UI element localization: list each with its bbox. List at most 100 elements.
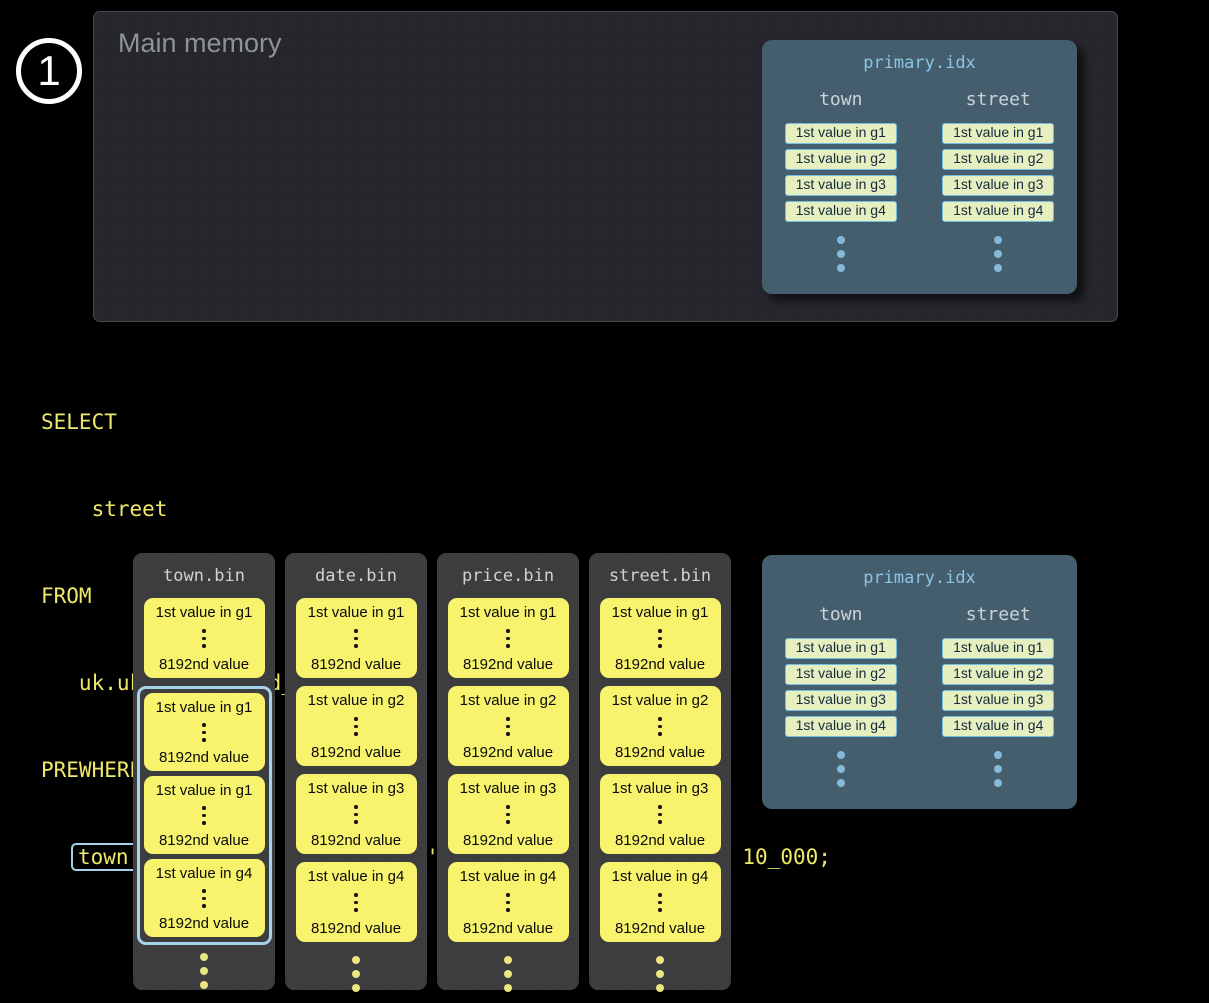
granule-last-value: 8192nd value [159,656,249,673]
granule-first-value: 1st value in g3 [308,780,405,797]
index-column-header: street [966,604,1031,625]
ellipsis-icon [354,709,358,744]
granule-block: 1st value in g1 8192nd value [144,693,265,771]
granule-last-value: 8192nd value [615,832,705,849]
ellipsis-icon [354,797,358,832]
granule-block: 1st value in g3 8192nd value [296,774,417,854]
more-entries-ellipsis-icon [994,751,1002,787]
granule-block: 1st value in g4 8192nd value [448,862,569,942]
index-entry-chip: 1st value in g1 [785,123,897,144]
granule-block: 1st value in g1 8192nd value [296,598,417,678]
granule-last-value: 8192nd value [159,749,249,766]
index-entry-chip: 1st value in g1 [942,123,1054,144]
ellipsis-icon [658,621,662,656]
granule-first-value: 1st value in g1 [460,604,557,621]
granule-first-value: 1st value in g2 [308,692,405,709]
more-granules-ellipsis-icon [200,953,208,989]
granule-block: 1st value in g2 8192nd value [448,686,569,766]
step-number: 1 [37,50,60,92]
granule-last-value: 8192nd value [463,656,553,673]
granule-last-value: 8192nd value [311,920,401,937]
granule-last-value: 8192nd value [311,832,401,849]
index-entry-chip: 1st value in g3 [785,690,897,711]
granule-block: 1st value in g3 8192nd value [600,774,721,854]
granule-first-value: 1st value in g4 [612,868,709,885]
more-entries-ellipsis-icon [837,751,845,787]
step-1-badge: 1 [16,38,82,104]
granule-block: 1st value in g1 8192nd value [448,598,569,678]
more-granules-ellipsis-icon [504,956,512,992]
index-entry-chip: 1st value in g1 [785,638,897,659]
index-column-street: street 1st value in g1 1st value in g2 1… [920,89,1078,272]
granule-block: 1st value in g3 8192nd value [448,774,569,854]
granule-first-value: 1st value in g1 [156,699,253,716]
granule-block: 1st value in g4 8192nd value [144,859,265,937]
index-entry-chip: 1st value in g1 [942,638,1054,659]
ellipsis-icon [506,621,510,656]
bin-column-price: price.bin 1st value in g1 8192nd value 1… [437,553,579,990]
granule-block: 1st value in g2 8192nd value [600,686,721,766]
index-entry-chip: 1st value in g4 [942,716,1054,737]
index-column-town: town 1st value in g1 1st value in g2 1st… [762,604,920,787]
ellipsis-icon [506,797,510,832]
granule-first-value: 1st value in g2 [460,692,557,709]
primary-index-panel-bottom: primary.idx town 1st value in g1 1st val… [762,555,1077,809]
granule-last-value: 8192nd value [615,920,705,937]
granule-block: 1st value in g4 8192nd value [296,862,417,942]
primary-index-columns: town 1st value in g1 1st value in g2 1st… [762,89,1077,272]
bin-column-town: town.bin 1st value in g1 8192nd value 1s… [133,553,275,990]
granule-first-value: 1st value in g4 [156,865,253,882]
granule-stack: 1st value in g1 8192nd value 1st value i… [437,598,579,992]
granule-first-value: 1st value in g3 [460,780,557,797]
bin-title: date.bin [285,566,427,586]
primary-index-panel-top: primary.idx town 1st value in g1 1st val… [762,40,1077,294]
granule-first-value: 1st value in g4 [460,868,557,885]
granule-first-value: 1st value in g3 [612,780,709,797]
index-entry-chip: 1st value in g3 [942,690,1054,711]
more-granules-ellipsis-icon [656,956,664,992]
primary-index-title: primary.idx [762,40,1077,73]
ellipsis-icon [506,885,510,920]
granule-last-value: 8192nd value [159,832,249,849]
primary-index-columns: town 1st value in g1 1st value in g2 1st… [762,604,1077,787]
sql-line: SELECT [41,408,831,437]
ellipsis-icon [202,621,206,656]
index-entry-chip: 1st value in g2 [785,149,897,170]
index-entry-chip: 1st value in g3 [942,175,1054,196]
selected-granules-outline: 1st value in g1 8192nd value 1st value i… [137,686,272,945]
granule-first-value: 1st value in g2 [612,692,709,709]
index-entry-chip: 1st value in g3 [785,175,897,196]
granule-last-value: 8192nd value [463,920,553,937]
index-column-header: town [819,604,862,625]
ellipsis-icon [506,709,510,744]
granule-first-value: 1st value in g1 [156,782,253,799]
ellipsis-icon [658,709,662,744]
granule-block: 1st value in g1 8192nd value [144,776,265,854]
granule-stack: 1st value in g1 8192nd value 1st value i… [589,598,731,992]
granule-last-value: 8192nd value [159,915,249,932]
granule-block: 1st value in g2 8192nd value [296,686,417,766]
bin-title: street.bin [589,566,731,586]
granule-last-value: 8192nd value [311,656,401,673]
sql-line: street [41,495,831,524]
bin-title: town.bin [133,566,275,586]
granule-block: 1st value in g1 8192nd value [144,598,265,678]
index-entry-chip: 1st value in g4 [785,716,897,737]
more-entries-ellipsis-icon [994,236,1002,272]
granule-first-value: 1st value in g1 [308,604,405,621]
ellipsis-icon [202,799,206,832]
ellipsis-icon [658,797,662,832]
index-entry-chip: 1st value in g4 [785,201,897,222]
granule-first-value: 1st value in g1 [612,604,709,621]
granule-last-value: 8192nd value [615,744,705,761]
index-entry-chip: 1st value in g2 [942,149,1054,170]
granule-last-value: 8192nd value [463,744,553,761]
index-column-town: town 1st value in g1 1st value in g2 1st… [762,89,920,272]
index-column-header: town [819,89,862,110]
bin-column-date: date.bin 1st value in g1 8192nd value 1s… [285,553,427,990]
granule-last-value: 8192nd value [311,744,401,761]
ellipsis-icon [354,621,358,656]
ellipsis-icon [202,716,206,749]
granule-block: 1st value in g1 8192nd value [600,598,721,678]
granule-stack: 1st value in g1 8192nd value 1st value i… [133,598,275,989]
